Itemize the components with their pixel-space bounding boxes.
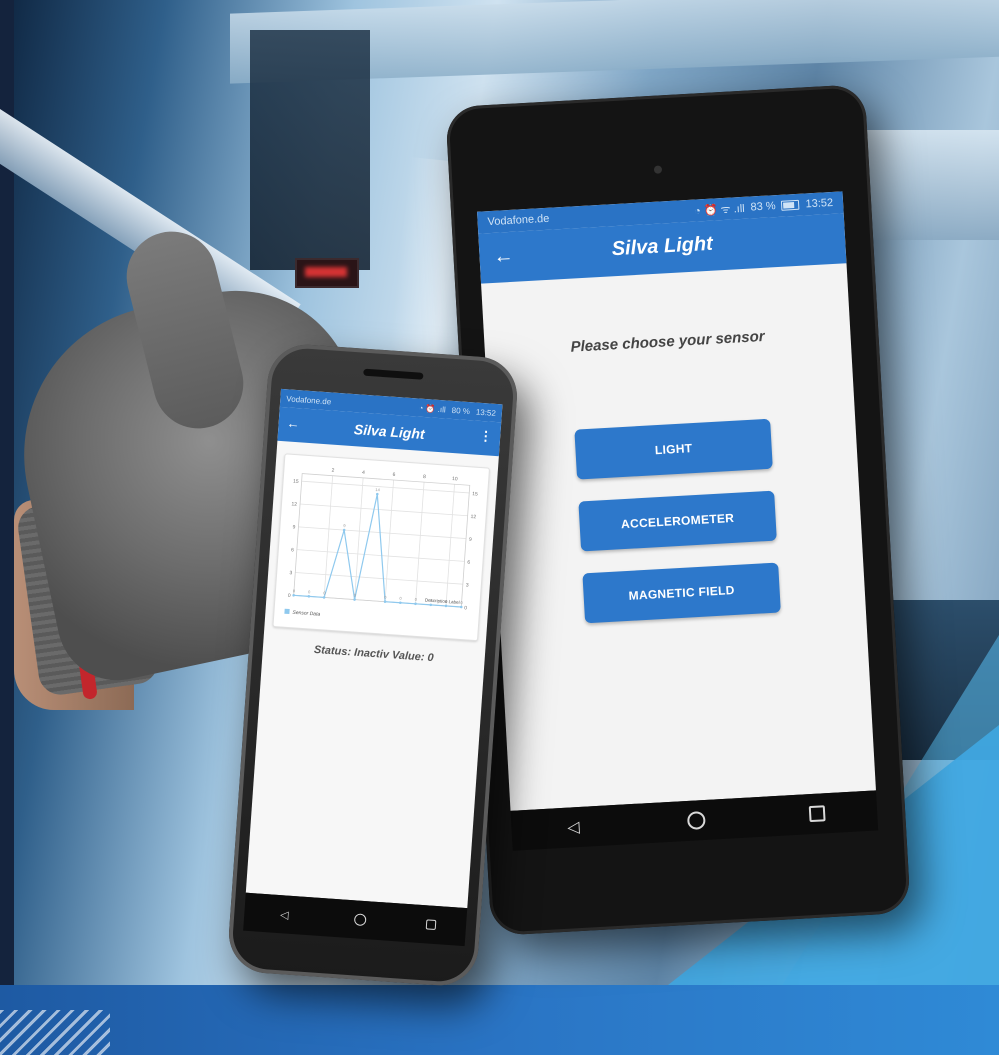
y-tick-label-left: 6	[291, 547, 294, 553]
grid-line-x	[445, 484, 455, 606]
x-tick-label: 6	[392, 472, 395, 478]
app-title: Silva Light	[353, 421, 426, 443]
nav-back-icon[interactable]: ◁	[563, 817, 584, 838]
data-label: 0	[384, 595, 387, 600]
carrier-label: Vodafone.de	[487, 212, 550, 229]
data-point	[429, 603, 433, 607]
machine-column	[250, 30, 370, 270]
chart-canvas: 00336699121215152 4 6 8 100 0 090140 0 0 0 0 0Descr…	[284, 468, 478, 618]
y-tick-label-right: 9	[469, 537, 472, 543]
grid-line-y	[296, 549, 465, 562]
series-line	[293, 494, 462, 608]
data-point	[375, 492, 379, 496]
data-label: 0	[293, 588, 296, 593]
x-tick-label: 10	[452, 476, 458, 482]
grid-line-x	[323, 475, 334, 598]
description-label: Description Label	[425, 597, 460, 604]
legend-label: Sensor Data	[292, 610, 320, 618]
y-tick-label-left: 0	[288, 593, 291, 599]
data-point	[414, 602, 417, 606]
x-tick-label: 2	[331, 468, 334, 474]
clock: 13:52	[475, 407, 497, 418]
y-tick-label-right: 3	[466, 582, 469, 588]
data-label: 14	[375, 487, 381, 492]
battery-level: 80 %	[451, 405, 471, 416]
data-label: 0	[460, 600, 463, 605]
machine-display	[295, 258, 359, 288]
app-title: Silva Light	[611, 232, 714, 261]
data-label: 9	[343, 523, 346, 528]
data-point	[383, 600, 387, 603]
tablet-camera	[653, 165, 663, 174]
sensor-chart: 0 0 3 3 6 6 9 9 12 12 15 15 2 4 6 8 10 0 0 0 9 0 14 0 0 0 0 0 0 Descr…	[272, 453, 491, 642]
grid-line-x	[384, 479, 394, 602]
tablet-screen: Vodafone.de ◔ ⏰ ᯤ .ıll 83 % 13:52 ← Silv…	[477, 191, 876, 811]
battery-icon	[781, 199, 800, 211]
steel-beam-right	[860, 130, 999, 240]
y-tick-label-left: 3	[289, 570, 292, 576]
y-tick-label-right: 0	[464, 605, 467, 611]
signal-icon: ◔ ⏰ ᯤ .ıll	[693, 202, 745, 218]
grid-line-y	[298, 526, 467, 539]
magnetic-field-button[interactable]: MAGNETIC FIELD	[582, 562, 781, 624]
sensor-status-line: Status: Inactiv Value: 0	[313, 643, 435, 665]
data-point	[399, 601, 402, 605]
tablet-device: Vodafone.de ◔ ⏰ ᯤ .ıll 83 % 13:52 ← Silv…	[445, 83, 911, 937]
carrier-label: Vodafone.de	[286, 393, 332, 406]
clock: 13:52	[805, 196, 834, 211]
x-tick-label: 4	[362, 470, 365, 476]
nav-back-icon[interactable]: ◁	[274, 904, 295, 925]
y-tick-label-left: 15	[293, 479, 299, 485]
data-label: 0	[399, 596, 402, 601]
nav-recent-icon[interactable]	[425, 919, 437, 931]
y-tick-label-left: 9	[292, 524, 295, 530]
data-point	[292, 593, 295, 597]
data-point	[307, 595, 311, 598]
data-point	[342, 528, 346, 532]
nav-recent-icon[interactable]	[808, 805, 826, 823]
accelerometer-button[interactable]: ACCELEROMETER	[578, 490, 777, 552]
phone-speaker	[363, 368, 424, 380]
sensor-list: LIGHT ACCELEROMETER MAGNETIC FIELD	[489, 414, 865, 628]
sensor-prompt: Please choose your sensor	[570, 327, 766, 356]
battery-level: 83 %	[750, 200, 776, 214]
x-tick-label: 8	[423, 474, 426, 480]
signal-icon: ◔ ⏰ .ıll	[418, 403, 447, 414]
phone-device: Vodafone.de ◔ ⏰ .ıll 80 % 13:52 ← Silva …	[226, 342, 520, 988]
overflow-menu-icon[interactable]: ⋮	[479, 428, 493, 445]
legend-swatch	[284, 608, 290, 615]
data-label: 0	[415, 597, 418, 602]
grid-line-y	[295, 572, 463, 585]
data-point	[459, 605, 463, 609]
light-button[interactable]: LIGHT	[574, 418, 773, 480]
data-point	[353, 598, 356, 601]
grid-line-x	[415, 482, 425, 604]
bottom-stripes	[0, 1010, 110, 1055]
phone-screen: Vodafone.de ◔ ⏰ .ıll 80 % 13:52 ← Silva …	[245, 388, 503, 909]
grid-line-y	[301, 480, 470, 494]
grid-line-y	[300, 503, 468, 517]
data-point	[322, 596, 326, 599]
y-tick-label-right: 6	[467, 560, 470, 566]
data-point	[444, 604, 448, 608]
y-tick-label-left: 12	[291, 501, 297, 507]
nav-home-icon[interactable]	[686, 810, 706, 830]
nav-home-icon[interactable]	[353, 913, 367, 927]
plot-border	[293, 473, 471, 608]
y-tick-label-right: 15	[472, 491, 478, 497]
bottom-band	[0, 985, 999, 1055]
data-label: 0	[308, 589, 311, 594]
y-tick-label-right: 12	[470, 514, 476, 520]
